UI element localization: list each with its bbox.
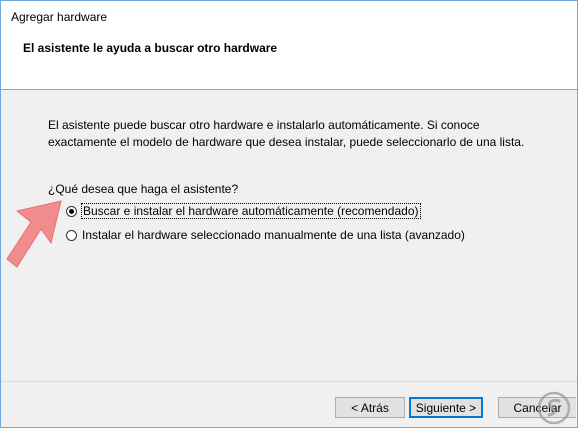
back-button[interactable]: < Atrás (335, 397, 405, 418)
radio-button-auto[interactable] (66, 205, 77, 217)
option-auto-label[interactable]: Buscar e instalar el hardware automática… (81, 203, 421, 219)
header-title: El asistente le ayuda a buscar otro hard… (23, 41, 278, 55)
description-text: El asistente puede buscar otro hardware … (48, 118, 525, 149)
radio-button-manual[interactable] (66, 229, 77, 241)
option-manual-install[interactable]: Instalar el hardware seleccionado manual… (66, 228, 465, 242)
wizard-header: El asistente le ayuda a buscar otro hard… (1, 31, 577, 90)
wizard-window: Agregar hardware El asistente le ayuda a… (0, 0, 578, 428)
footer-divider (1, 381, 577, 382)
pointer-arrow-icon (6, 200, 62, 268)
option-auto-install[interactable]: Buscar e instalar el hardware automática… (66, 203, 421, 219)
option-manual-label[interactable]: Instalar el hardware seleccionado manual… (82, 228, 465, 242)
question-label: ¿Qué desea que haga el asistente? (48, 182, 239, 196)
next-button[interactable]: Siguiente > (409, 397, 483, 418)
watermark-logo-icon (537, 391, 571, 425)
window-title: Agregar hardware (11, 10, 108, 24)
title-bar: Agregar hardware (1, 1, 577, 31)
